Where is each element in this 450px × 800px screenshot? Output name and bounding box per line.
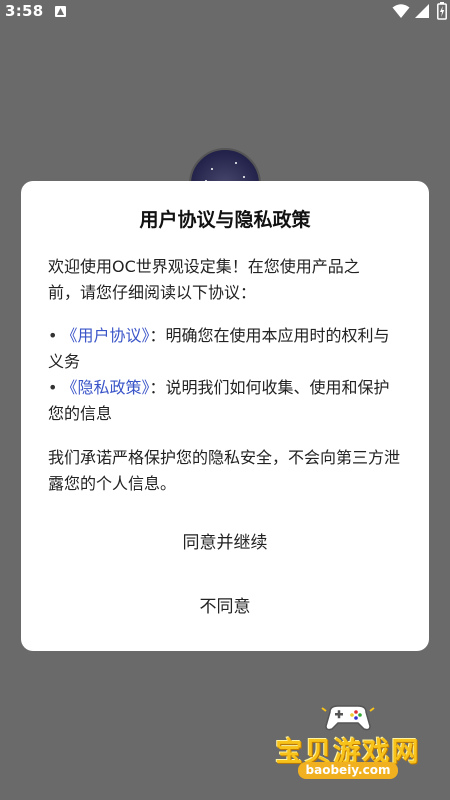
- privacy-dialog: 用户协议与隐私政策 欢迎使用OC世界观设定集！在您使用产品之前，请您仔细阅读以下…: [21, 181, 429, 651]
- bullet-dot: •: [48, 326, 58, 345]
- status-bar: 3:58: [0, 0, 450, 24]
- dialog-title: 用户协议与隐私政策: [139, 209, 311, 231]
- wifi-icon: [392, 3, 410, 23]
- privacy-promise: 我们承诺严格保护您的隐私安全，不会向第三方泄露您的个人信息。: [48, 448, 401, 493]
- watermark: 宝贝游戏网 baobeiy.com: [268, 702, 428, 782]
- agree-button[interactable]: 同意并继续: [21, 531, 429, 555]
- list-item: • 《用户协议》：明确您在使用本应用时的权利与义务: [48, 323, 400, 375]
- list-item: • 《隐私政策》：说明我们如何收集、使用和保护您的信息: [48, 375, 400, 427]
- dialog-body: 欢迎使用OC世界观设定集！在您使用产品之前，请您仔细阅读以下协议： • 《用户协议…: [48, 254, 402, 497]
- signal-icon: [413, 3, 430, 23]
- battery-icon: [437, 2, 447, 24]
- watermark-url: baobeiy.com: [298, 762, 398, 779]
- user-agreement-link[interactable]: 《用户协议》: [61, 326, 149, 345]
- status-time: 3:58: [5, 2, 44, 20]
- notification-icon: [55, 6, 66, 17]
- bullet-dot: •: [48, 378, 58, 397]
- agreement-list: • 《用户协议》：明确您在使用本应用时的权利与义务 • 《隐私政策》：说明我们如何收…: [48, 323, 402, 427]
- disagree-button[interactable]: 不同意: [21, 595, 429, 619]
- privacy-policy-link[interactable]: 《隐私政策》: [61, 378, 149, 397]
- dialog-intro: 欢迎使用OC世界观设定集！在您使用产品之前，请您仔细阅读以下协议：: [48, 257, 360, 302]
